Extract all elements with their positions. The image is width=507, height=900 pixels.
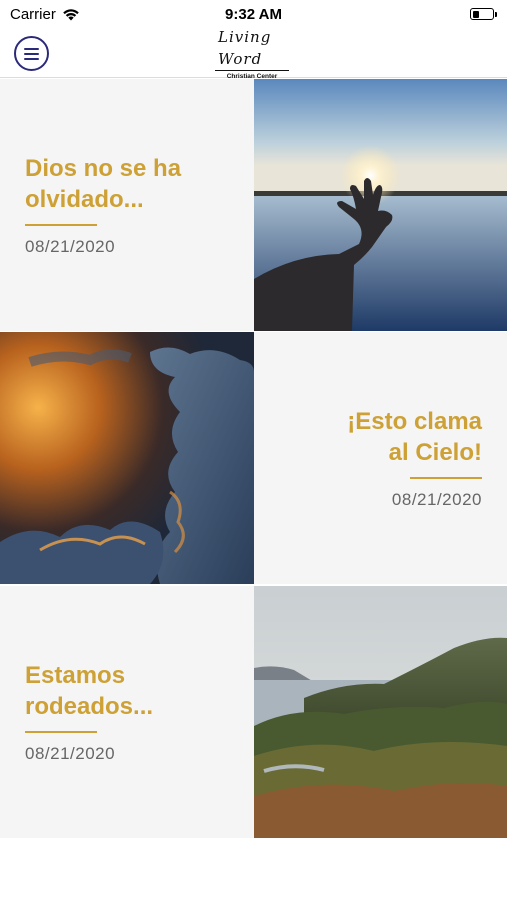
logo-script-text: Living Word <box>215 26 289 71</box>
carrier-label: Carrier <box>10 5 56 23</box>
post-date: 08/21/2020 <box>391 490 482 509</box>
menu-button[interactable] <box>14 36 49 71</box>
status-bar: Carrier 9:32 AM <box>0 0 507 28</box>
post-card-text[interactable]: Estamos rodeados... 08/21/2020 <box>0 586 254 838</box>
post-title-line: Dios no se ha <box>25 155 182 182</box>
post-title-line: olvidado... <box>25 186 144 213</box>
status-left: Carrier <box>10 6 80 23</box>
menu-icon-bar <box>24 47 39 50</box>
post-title-line: ¡Esto clama <box>347 408 482 435</box>
post-image-clouds[interactable] <box>0 332 254 584</box>
post-date: 08/21/2020 <box>25 744 116 763</box>
post-card-text[interactable]: ¡Esto clama al Cielo! 08/21/2020 <box>254 332 507 584</box>
post-image-hand-sunset[interactable] <box>254 79 507 331</box>
post-image-coast[interactable] <box>254 586 507 838</box>
post-card-text[interactable]: Dios no se ha olvidado... 08/21/2020 <box>0 79 254 331</box>
wifi-icon <box>63 8 79 20</box>
title-divider <box>25 224 97 226</box>
post-title-line: Estamos <box>25 662 126 689</box>
post-date: 08/21/2020 <box>25 237 116 256</box>
app-header: Living Word Christian Center <box>0 28 507 80</box>
battery-icon <box>470 8 497 20</box>
post-title-line: rodeados... <box>25 693 154 720</box>
menu-icon-bar <box>24 57 39 60</box>
title-divider <box>25 731 97 733</box>
post-title-line: al Cielo! <box>388 439 482 466</box>
title-divider <box>410 477 482 479</box>
app-logo[interactable]: Living Word Christian Center <box>215 28 289 80</box>
menu-icon-bar <box>24 52 39 55</box>
